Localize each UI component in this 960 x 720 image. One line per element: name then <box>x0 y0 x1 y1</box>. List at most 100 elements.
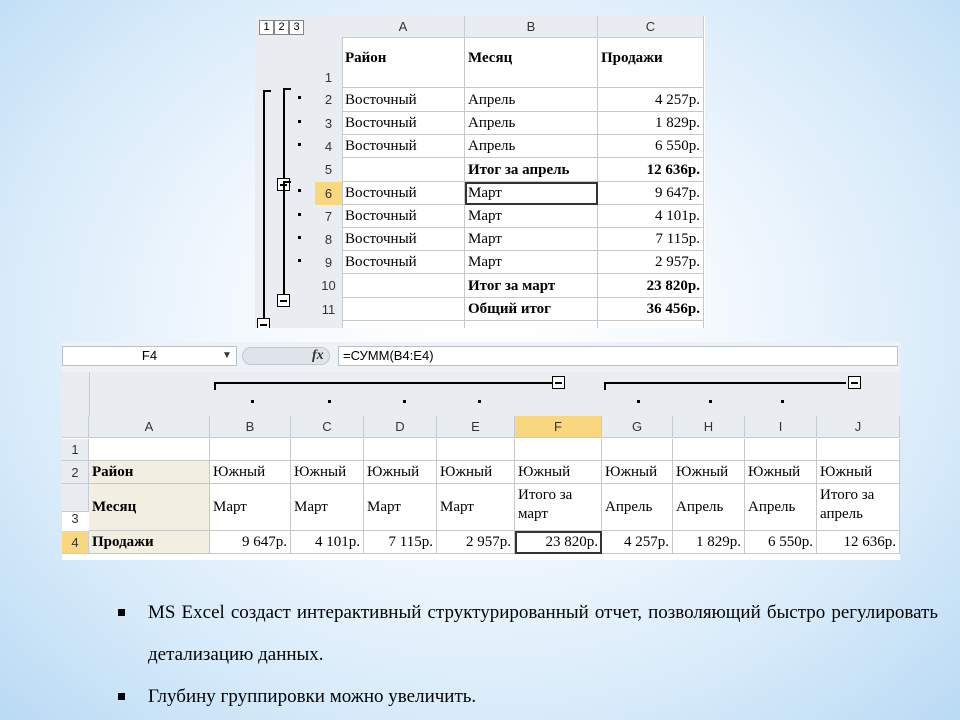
district-cell[interactable]: Южный <box>817 461 900 484</box>
sales-cell[interactable]: 4 101р. <box>598 205 704 228</box>
empty-cell[interactable] <box>598 321 704 328</box>
row-label-sales[interactable]: Продажи <box>89 531 210 554</box>
column-header-f[interactable]: F <box>515 416 602 438</box>
select-all-corner[interactable] <box>315 16 342 38</box>
row-header-2[interactable]: 2 <box>315 88 342 112</box>
column-header-c[interactable]: C <box>291 416 364 438</box>
empty-cell[interactable] <box>602 439 673 461</box>
column-header-h[interactable]: H <box>673 416 745 438</box>
month-cell[interactable]: Апрель <box>465 135 598 158</box>
district-cell[interactable]: Южный <box>291 461 364 484</box>
month-cell[interactable]: Март <box>465 182 598 205</box>
sales-cell[interactable]: 1 829р. <box>673 531 745 554</box>
sales-cell[interactable]: 1 829р. <box>598 112 704 135</box>
district-cell[interactable]: Восточный <box>342 135 465 158</box>
district-cell[interactable]: Восточный <box>342 228 465 251</box>
sales-cell[interactable]: 12 636р. <box>598 158 704 182</box>
district-cell[interactable] <box>342 298 465 321</box>
outline-level-2-button[interactable]: 2 <box>274 20 289 35</box>
collapse-total-button[interactable] <box>257 318 270 328</box>
sales-cell[interactable]: 12 636р. <box>817 531 900 554</box>
month-cell[interactable]: Итог за апрель <box>465 158 598 182</box>
sales-cell[interactable]: 9 647р. <box>210 531 291 554</box>
select-all-corner[interactable] <box>62 416 89 438</box>
sales-cell[interactable]: 36 456р. <box>598 298 704 321</box>
sales-cell[interactable]: 7 115р. <box>364 531 437 554</box>
district-cell[interactable] <box>342 274 465 298</box>
column-header-d[interactable]: D <box>364 416 437 438</box>
outline-level-1-button[interactable]: 1 <box>259 20 274 35</box>
sales-cell[interactable]: 7 115р. <box>598 228 704 251</box>
empty-cell[interactable] <box>515 439 602 461</box>
row-header-12[interactable]: 12 <box>315 321 342 328</box>
district-cell[interactable]: Восточный <box>342 251 465 274</box>
row-label-month[interactable]: Месяц <box>89 484 210 531</box>
sales-cell[interactable]: 9 647р. <box>598 182 704 205</box>
month-cell[interactable]: Общий итог <box>465 298 598 321</box>
sales-cell[interactable]: 4 101р. <box>291 531 364 554</box>
header-cell[interactable]: Продажи <box>598 38 704 88</box>
row-header-10[interactable]: 10 <box>315 274 342 298</box>
column-header-g[interactable]: G <box>602 416 673 438</box>
month-cell[interactable]: Итого за март <box>515 484 602 531</box>
chevron-down-icon[interactable]: ▼ <box>222 346 232 366</box>
formula-input[interactable]: =СУММ(B4:E4) <box>338 346 898 366</box>
district-cell[interactable]: Южный <box>515 461 602 484</box>
row-header-1[interactable]: 1 <box>62 439 89 461</box>
collapse-march-columns-button[interactable] <box>552 376 565 389</box>
district-cell[interactable]: Южный <box>210 461 291 484</box>
empty-cell[interactable] <box>745 439 817 461</box>
district-cell[interactable]: Восточный <box>342 112 465 135</box>
empty-cell[interactable] <box>817 439 900 461</box>
collapse-march-button[interactable] <box>277 294 290 307</box>
month-cell[interactable]: Март <box>364 484 437 531</box>
month-cell[interactable]: Март <box>437 484 515 531</box>
sales-cell[interactable]: 4 257р. <box>602 531 673 554</box>
column-header-b[interactable]: B <box>210 416 291 438</box>
empty-cell[interactable] <box>210 439 291 461</box>
month-cell[interactable]: Апрель <box>673 484 745 531</box>
row-header-3[interactable]: 3 <box>315 112 342 135</box>
row-header-7[interactable]: 7 <box>315 205 342 228</box>
row-header-1[interactable]: 1 <box>315 38 342 88</box>
empty-cell[interactable] <box>342 321 465 328</box>
empty-cell[interactable] <box>465 321 598 328</box>
month-cell[interactable]: Март <box>465 205 598 228</box>
row-label-district[interactable]: Район <box>89 461 210 484</box>
column-header-b[interactable]: B <box>465 16 598 38</box>
column-header-j[interactable]: J <box>817 416 900 438</box>
sales-cell[interactable]: 23 820р. <box>598 274 704 298</box>
month-cell[interactable]: Март <box>291 484 364 531</box>
month-cell[interactable]: Итог за март <box>465 274 598 298</box>
row-header-6[interactable]: 6 <box>315 182 342 205</box>
sales-cell[interactable]: 2 957р. <box>437 531 515 554</box>
month-cell[interactable]: Апрель <box>602 484 673 531</box>
column-header-a[interactable]: A <box>89 416 210 438</box>
district-cell[interactable]: Южный <box>437 461 515 484</box>
sales-cell[interactable]: 6 550р. <box>745 531 817 554</box>
month-cell[interactable]: Март <box>210 484 291 531</box>
column-header-a[interactable]: A <box>342 16 465 38</box>
row-header-3[interactable]: 3 <box>62 484 89 526</box>
sales-cell[interactable]: 2 957р. <box>598 251 704 274</box>
empty-cell[interactable] <box>89 439 210 461</box>
name-box[interactable]: F4 <box>62 346 237 366</box>
row-header-2[interactable]: 2 <box>62 461 89 484</box>
row-header-11[interactable]: 11 <box>315 298 342 321</box>
column-header-i[interactable]: I <box>745 416 817 438</box>
month-cell[interactable]: Апрель <box>745 484 817 531</box>
row-header-5[interactable]: 5 <box>315 158 342 182</box>
insert-function-icon[interactable]: fx <box>312 346 324 366</box>
outline-level-3-button[interactable]: 3 <box>289 20 304 35</box>
row-header-4[interactable]: 4 <box>315 135 342 158</box>
district-cell[interactable]: Южный <box>673 461 745 484</box>
district-cell[interactable]: Южный <box>364 461 437 484</box>
column-header-e[interactable]: E <box>437 416 515 438</box>
empty-cell[interactable] <box>437 439 515 461</box>
month-cell[interactable]: Март <box>465 251 598 274</box>
header-cell[interactable]: Район <box>342 38 465 88</box>
district-cell[interactable]: Южный <box>745 461 817 484</box>
month-cell[interactable]: Итого за апрель <box>817 484 900 531</box>
month-cell[interactable]: Апрель <box>465 112 598 135</box>
row-header-9[interactable]: 9 <box>315 251 342 274</box>
